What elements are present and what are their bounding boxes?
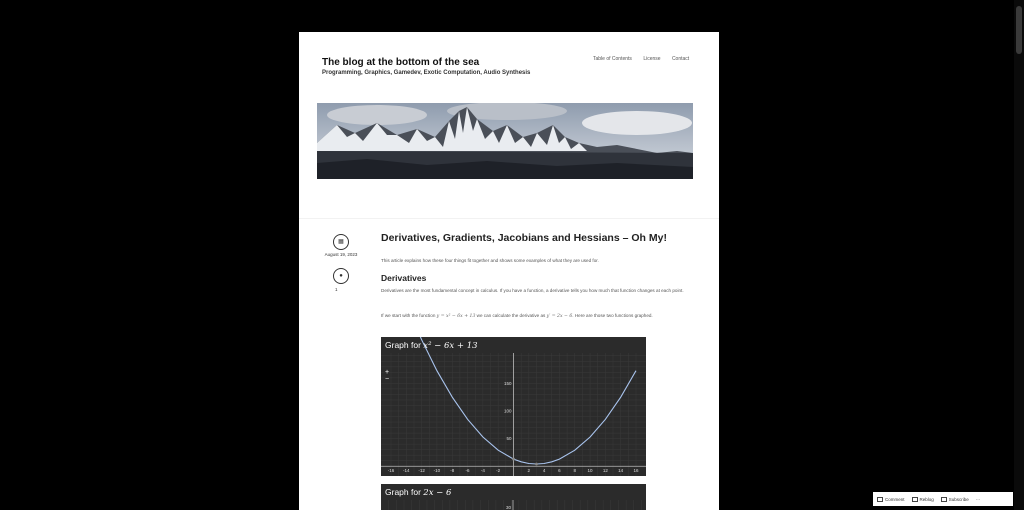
- paragraph-functions: If we start with the function y = x² − 6…: [381, 312, 693, 321]
- paragraph-text-c: . Here are those two functions graphed.: [572, 313, 653, 318]
- graph-zoom-controls[interactable]: + −: [385, 369, 395, 385]
- x-tick-label: -14: [403, 468, 410, 473]
- x-tick-label: -8: [450, 468, 454, 473]
- comment-label: Comment: [885, 496, 905, 502]
- comment-action[interactable]: Comment: [877, 496, 905, 502]
- site-title[interactable]: The blog at the bottom of the sea: [322, 57, 479, 68]
- paragraph-text-b: we can calculate the derivative as: [476, 313, 546, 318]
- zoom-out-icon[interactable]: −: [385, 376, 395, 383]
- x-tick-label: 6: [558, 468, 561, 473]
- y-tick-label: 150: [504, 381, 512, 386]
- post-intro: This article explains how these four thi…: [381, 258, 599, 263]
- graph-quadratic-title: Graph for x² − 6x + 13: [385, 340, 478, 351]
- y-tick-label: 30: [506, 505, 512, 510]
- comment-icon: [877, 496, 883, 502]
- x-tick-label: 2: [528, 468, 531, 473]
- graph-linear[interactable]: 30 Graph for 2x − 6: [381, 484, 646, 510]
- graph-quadratic-canvas[interactable]: -16 -14 -12 -10 -8 -6 -4 -2 2 4 6 8 10 12 14 16 50 100 150: [381, 337, 646, 476]
- scrollbar-track[interactable]: [1014, 0, 1024, 510]
- post-title[interactable]: Derivatives, Gradients, Jacobians and He…: [381, 232, 667, 244]
- x-tick-label: -4: [481, 468, 485, 473]
- comment-bubble-icon[interactable]: ●: [333, 268, 349, 284]
- x-tick-label: -2: [496, 468, 500, 473]
- data-point: [512, 457, 515, 461]
- reblog-icon: [911, 496, 918, 502]
- math-function: y = x² − 6x + 13: [436, 314, 476, 319]
- x-tick-label: -10: [434, 468, 441, 473]
- header-mountain-image: [317, 103, 693, 179]
- y-tick-label: 100: [504, 409, 512, 414]
- x-tick-label: -16: [388, 468, 395, 473]
- subscribe-action[interactable]: Subscribe: [940, 496, 969, 502]
- paragraph-text-a: If we start with the function: [381, 313, 436, 318]
- more-action[interactable]: ···: [976, 497, 981, 502]
- graph-quadratic[interactable]: -16 -14 -12 -10 -8 -6 -4 -2 2 4 6 8 10 12 14 16 50 100 150…: [381, 337, 646, 476]
- primary-nav: Table of Contents License Contact: [593, 56, 699, 62]
- x-tick-label: 8: [573, 468, 576, 473]
- graph-quadratic-title-prefix: Graph for: [385, 340, 421, 350]
- reblog-label: Reblog: [919, 496, 934, 502]
- x-tick-label: 14: [618, 468, 624, 473]
- nav-table-of-contents[interactable]: Table of Contents: [593, 56, 632, 62]
- x-tick-label: 10: [588, 468, 594, 473]
- graph-linear-title-math: 2x − 6: [423, 488, 452, 498]
- graph-linear-title-prefix: Graph for: [385, 487, 421, 497]
- nav-contact[interactable]: Contact: [672, 56, 689, 62]
- zoom-in-icon[interactable]: +: [385, 369, 395, 376]
- nav-license[interactable]: License: [643, 56, 660, 62]
- site-description: Programming, Graphics, Gamedev, Exotic C…: [322, 70, 531, 76]
- subscribe-icon: [940, 496, 947, 502]
- data-point: [535, 462, 538, 466]
- x-tick-label: 12: [603, 468, 609, 473]
- subscribe-label: Subscribe: [948, 496, 969, 502]
- section-heading: Derivatives: [381, 273, 427, 283]
- more-icon: ···: [975, 496, 981, 502]
- graph-quadratic-title-math: x² − 6x + 13: [423, 341, 478, 351]
- paragraph-derivatives: Derivatives are the most fundamental con…: [381, 288, 684, 293]
- reblog-action[interactable]: Reblog: [911, 496, 934, 502]
- x-tick-label: -12: [418, 468, 425, 473]
- x-tick-label: -6: [466, 468, 470, 473]
- x-tick-label: 4: [543, 468, 546, 473]
- blog-page: The blog at the bottom of the sea Progra…: [299, 32, 719, 510]
- divider: [299, 218, 719, 219]
- post-date[interactable]: August 19, 2023: [317, 252, 365, 257]
- graph-linear-title: Graph for 2x − 6: [385, 487, 451, 498]
- comment-count[interactable]: 1: [335, 287, 338, 292]
- calendar-icon: ▦: [333, 234, 349, 250]
- scrollbar-thumb[interactable]: [1016, 6, 1022, 54]
- y-tick-label: 50: [506, 436, 512, 441]
- math-derivative: y′ = 2x − 6: [546, 314, 573, 319]
- x-tick-label: 16: [633, 468, 639, 473]
- action-bar: Comment Reblog Subscribe ···: [873, 492, 1013, 506]
